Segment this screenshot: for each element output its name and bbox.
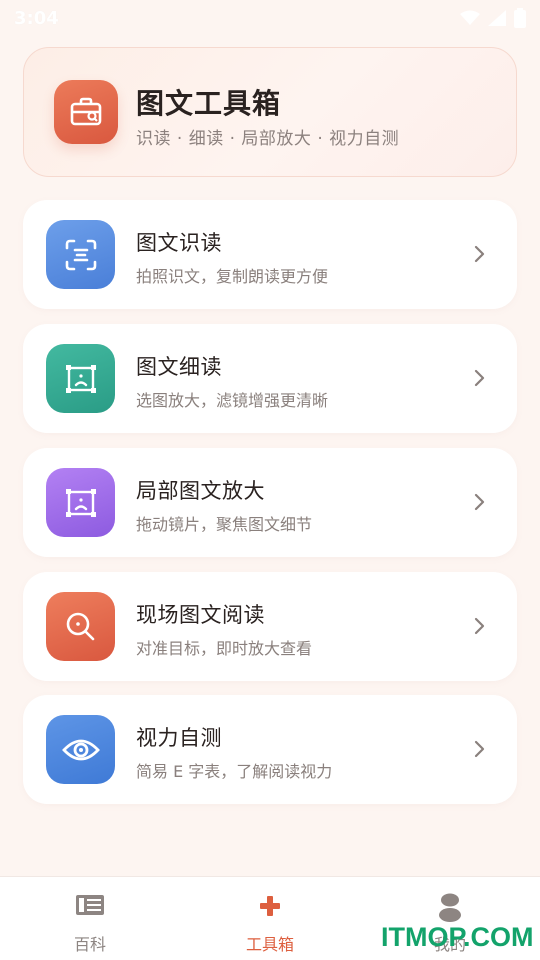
page-subtitle: 识读 · 细读 · 局部放大 · 视力自测: [136, 129, 400, 149]
chevron-right-icon: [474, 369, 485, 387]
page-title: 图文工具箱: [136, 87, 282, 120]
status-bar: 3:04: [0, 0, 540, 36]
signal-icon: [488, 10, 506, 26]
status-icons: [460, 8, 526, 28]
toolbox-icon: [54, 80, 118, 144]
chevron-right-icon: [474, 617, 485, 635]
nav-tab-toolbox[interactable]: 工具箱: [180, 877, 360, 960]
menu-item-title: 图文细读: [136, 355, 222, 379]
plus-cross-icon: [260, 893, 280, 919]
chevron-right-icon: [474, 493, 485, 511]
eye-icon: [46, 715, 115, 784]
status-time: 3:04: [14, 7, 59, 29]
nav-label: 工具箱: [245, 935, 294, 954]
magnifier-icon: [46, 592, 115, 661]
menu-item-desc: 对准目标，即时放大查看: [136, 639, 313, 658]
wifi-icon: [460, 10, 480, 25]
book-icon: [76, 893, 104, 919]
battery-icon: [514, 8, 526, 28]
chevron-right-icon: [474, 740, 485, 758]
image-frame-icon: [46, 468, 115, 537]
menu-item-fine-reading[interactable]: 图文细读 选图放大，滤镜增强更清晰: [23, 324, 517, 433]
menu-item-vision-test[interactable]: 视力自测 简易 E 字表，了解阅读视力: [23, 695, 517, 804]
scan-text-icon: [46, 220, 115, 289]
menu-item-live-reading[interactable]: 现场图文阅读 对准目标，即时放大查看: [23, 572, 517, 681]
chevron-right-icon: [474, 245, 485, 263]
menu-item-desc: 简易 E 字表，了解阅读视力: [136, 762, 333, 781]
image-frame-icon: [46, 344, 115, 413]
menu-item-desc: 拍照识文，复制朗读更方便: [136, 267, 329, 286]
watermark: ITMOP.COM: [381, 922, 534, 952]
menu-item-title: 局部图文放大: [136, 479, 265, 503]
menu-item-title: 现场图文阅读: [136, 603, 265, 627]
menu-item-title: 视力自测: [136, 726, 222, 750]
menu-item-text-recognition[interactable]: 图文识读 拍照识文，复制朗读更方便: [23, 200, 517, 309]
person-icon: [438, 893, 462, 922]
header-card: 图文工具箱 识读 · 细读 · 局部放大 · 视力自测: [23, 47, 517, 177]
menu-item-desc: 拖动镜片，聚焦图文细节: [136, 515, 313, 534]
menu-item-title: 图文识读: [136, 231, 222, 255]
menu-item-local-zoom[interactable]: 局部图文放大 拖动镜片，聚焦图文细节: [23, 448, 517, 557]
menu-item-desc: 选图放大，滤镜增强更清晰: [136, 391, 329, 410]
nav-tab-encyclopedia[interactable]: 百科: [0, 877, 180, 960]
nav-label: 百科: [73, 935, 106, 954]
